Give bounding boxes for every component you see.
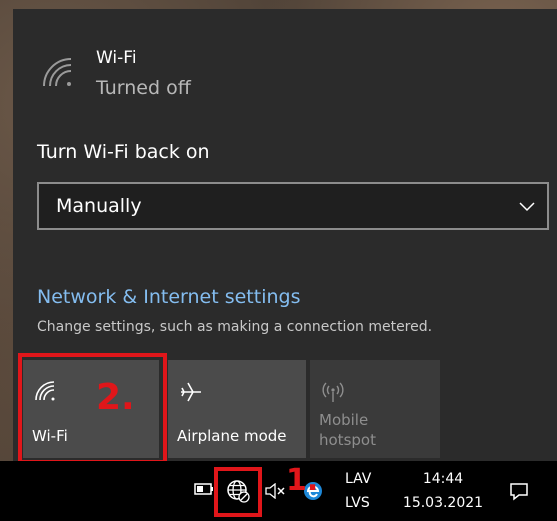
step-2-number: 2. (96, 377, 135, 418)
chevron-down-icon (519, 202, 535, 212)
wifi-status: Turned off (96, 77, 191, 99)
action-center-icon[interactable] (509, 481, 529, 501)
quick-action-label: Mobile hotspot (319, 411, 376, 449)
battery-icon[interactable] (194, 483, 214, 495)
language-bottom[interactable]: LVS (345, 495, 370, 511)
quick-action-airplane-mode[interactable]: Airplane mode (168, 360, 306, 458)
clock-date[interactable]: 15.03.2021 (398, 495, 488, 511)
step-1-number: 1. (286, 463, 319, 498)
quick-action-mobile-hotspot[interactable]: Mobile hotspot (310, 360, 440, 458)
airplane-icon (181, 382, 201, 402)
quick-action-label: Airplane mode (177, 427, 287, 445)
wifi-name: Wi-Fi (96, 48, 137, 68)
taskbar: LAV LVS 14:44 15.03.2021 1. (0, 461, 557, 521)
network-settings-description: Change settings, such as making a connec… (37, 319, 433, 335)
volume-muted-icon[interactable] (265, 483, 287, 499)
turn-back-on-dropdown[interactable]: Manually (37, 182, 549, 230)
hotspot-icon (322, 382, 344, 402)
wifi-off-icon (43, 58, 72, 87)
step-2-highlight (18, 353, 167, 464)
language-top[interactable]: LAV (345, 471, 371, 487)
turn-wifi-back-label: Turn Wi-Fi back on (37, 141, 210, 163)
step-1-highlight (214, 467, 262, 517)
dropdown-selected-value: Manually (56, 195, 142, 217)
clock-time[interactable]: 14:44 (398, 471, 488, 487)
wifi-network-item[interactable]: Wi-Fi Turned off (13, 9, 557, 119)
network-settings-link[interactable]: Network & Internet settings (37, 286, 300, 308)
network-flyout: Wi-Fi Turned off Turn Wi-Fi back on Manu… (13, 9, 557, 464)
